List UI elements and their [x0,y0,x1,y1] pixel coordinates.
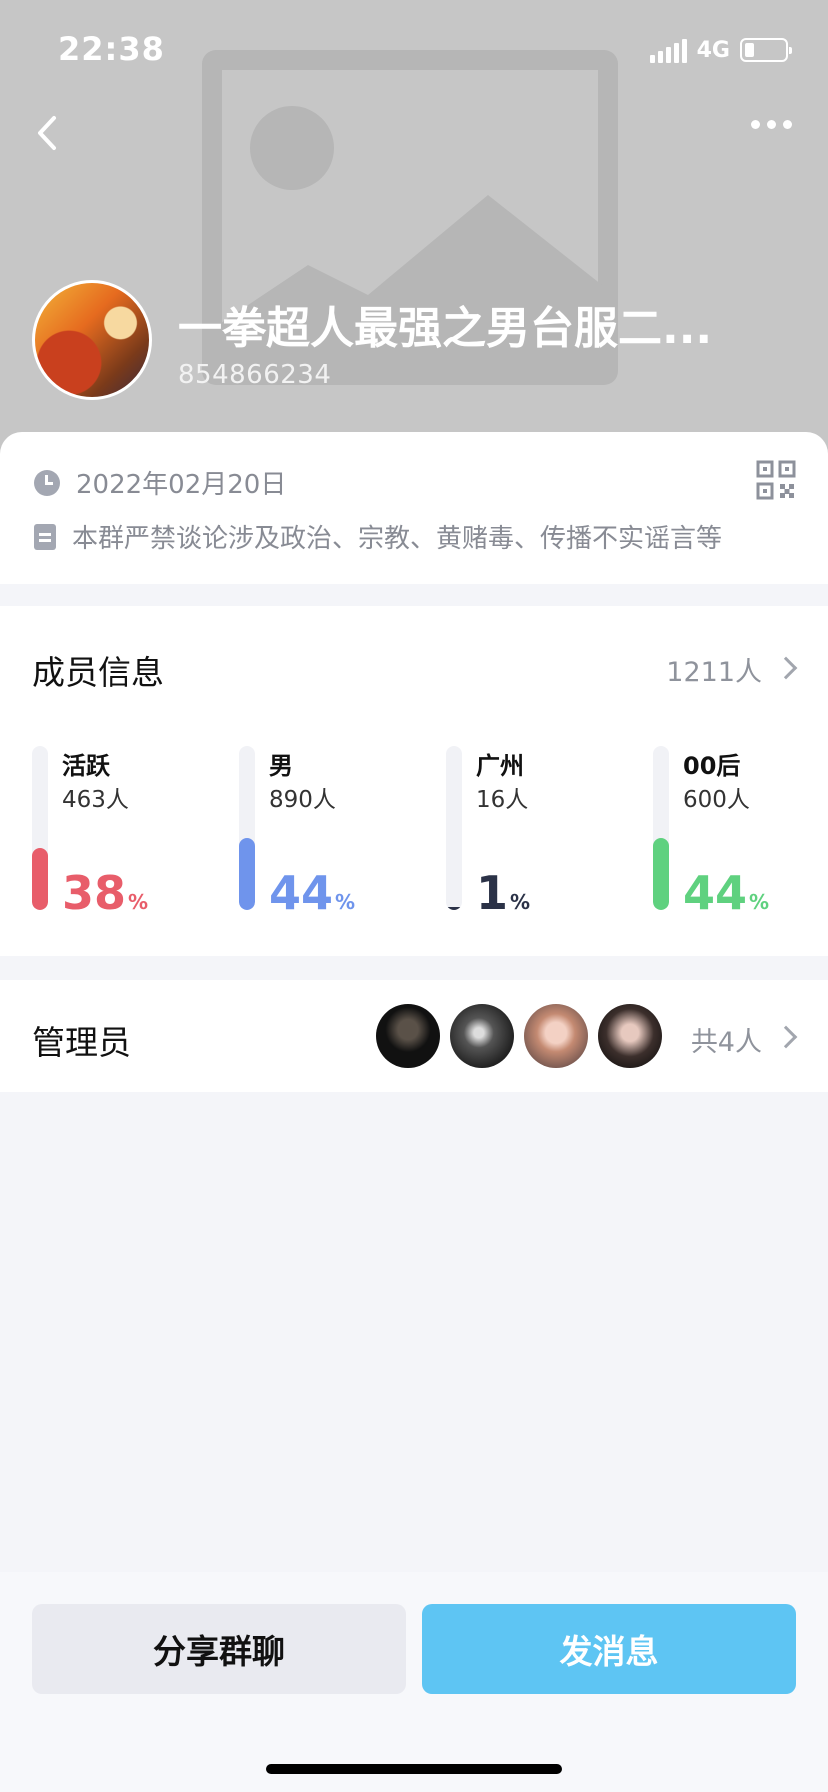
member-count: 1211人 [666,657,762,688]
more-button[interactable] [751,120,792,129]
stat-bar-fill [653,838,669,910]
more-icon [751,120,760,129]
share-group-button[interactable]: 分享群聊 [32,1604,406,1694]
stat-percent: 38% [62,866,149,920]
network-type: 4G [696,37,730,63]
group-header: 22:38 4G 一拳超人最强之男台服二... 854866234 [0,0,828,460]
group-avatar[interactable] [32,280,152,400]
avatar[interactable] [376,1004,440,1068]
qr-code-icon[interactable] [756,460,796,500]
bottom-action-bar: 分享群聊 发消息 [0,1572,828,1792]
stat-count: 890人 [269,787,336,813]
stat-bar-track [446,746,462,910]
stat-percent: 44% [269,866,356,920]
admin-title: 管理员 [32,1023,131,1062]
stat-percent: 1% [476,866,531,920]
group-name: 一拳超人最强之男台服二... [178,303,713,354]
stat-label: 广州 [476,752,524,780]
stat-label: 活跃 [62,752,110,780]
stat-label: 男 [269,752,293,780]
admin-avatar-list [376,1004,662,1068]
stat-age-group: 00后 600人 44% [653,746,828,916]
member-info-card[interactable]: 成员信息 1211人 活跃 463人 38% 男 890人 44% 广州 16人… [0,606,828,956]
stat-percent: 44% [683,866,770,920]
created-date-row: 2022年02月20日 [34,464,286,501]
created-date: 2022年02月20日 [76,470,287,500]
group-info-card: 2022年02月20日 本群严禁谈论涉及政治、宗教、黄赌毒、传播不实谣言等 [0,432,828,584]
member-info-title: 成员信息 [32,653,164,692]
send-message-button[interactable]: 发消息 [422,1604,796,1694]
stat-label: 00后 [683,752,741,780]
group-id: 854866234 [178,360,332,390]
battery-icon [740,38,792,62]
admin-total: 共4人 [690,1027,762,1058]
back-icon [38,116,56,150]
stat-bar-track [239,746,255,910]
stat-count: 600人 [683,787,750,813]
status-indicators: 4G [649,36,792,64]
document-icon [34,523,56,550]
stat-bar-track [653,746,669,910]
stat-bar-fill [239,838,255,910]
avatar[interactable] [450,1004,514,1068]
stat-bar-track [32,746,48,910]
stat-active: 活跃 463人 38% [32,746,232,916]
chevron-right-icon [774,656,798,680]
chevron-right-icon [774,1025,798,1049]
stat-location: 广州 16人 1% [446,746,646,916]
stat-count: 463人 [62,787,129,813]
back-button[interactable] [28,108,68,158]
signal-icon [649,37,687,63]
notice-row[interactable]: 本群严禁谈论涉及政治、宗教、黄赌毒、传播不实谣言等 [34,518,722,555]
admin-card[interactable]: 管理员 共4人 [0,980,828,1092]
stat-bar-fill [446,907,462,910]
stat-count: 16人 [476,787,529,813]
avatar[interactable] [598,1004,662,1068]
group-notice: 本群严禁谈论涉及政治、宗教、黄赌毒、传播不实谣言等 [72,524,723,554]
home-indicator [266,1764,562,1774]
stat-bar-fill [32,848,48,910]
status-time: 22:38 [58,30,165,68]
clock-icon [34,469,60,496]
stat-male: 男 890人 44% [239,746,439,916]
avatar[interactable] [524,1004,588,1068]
